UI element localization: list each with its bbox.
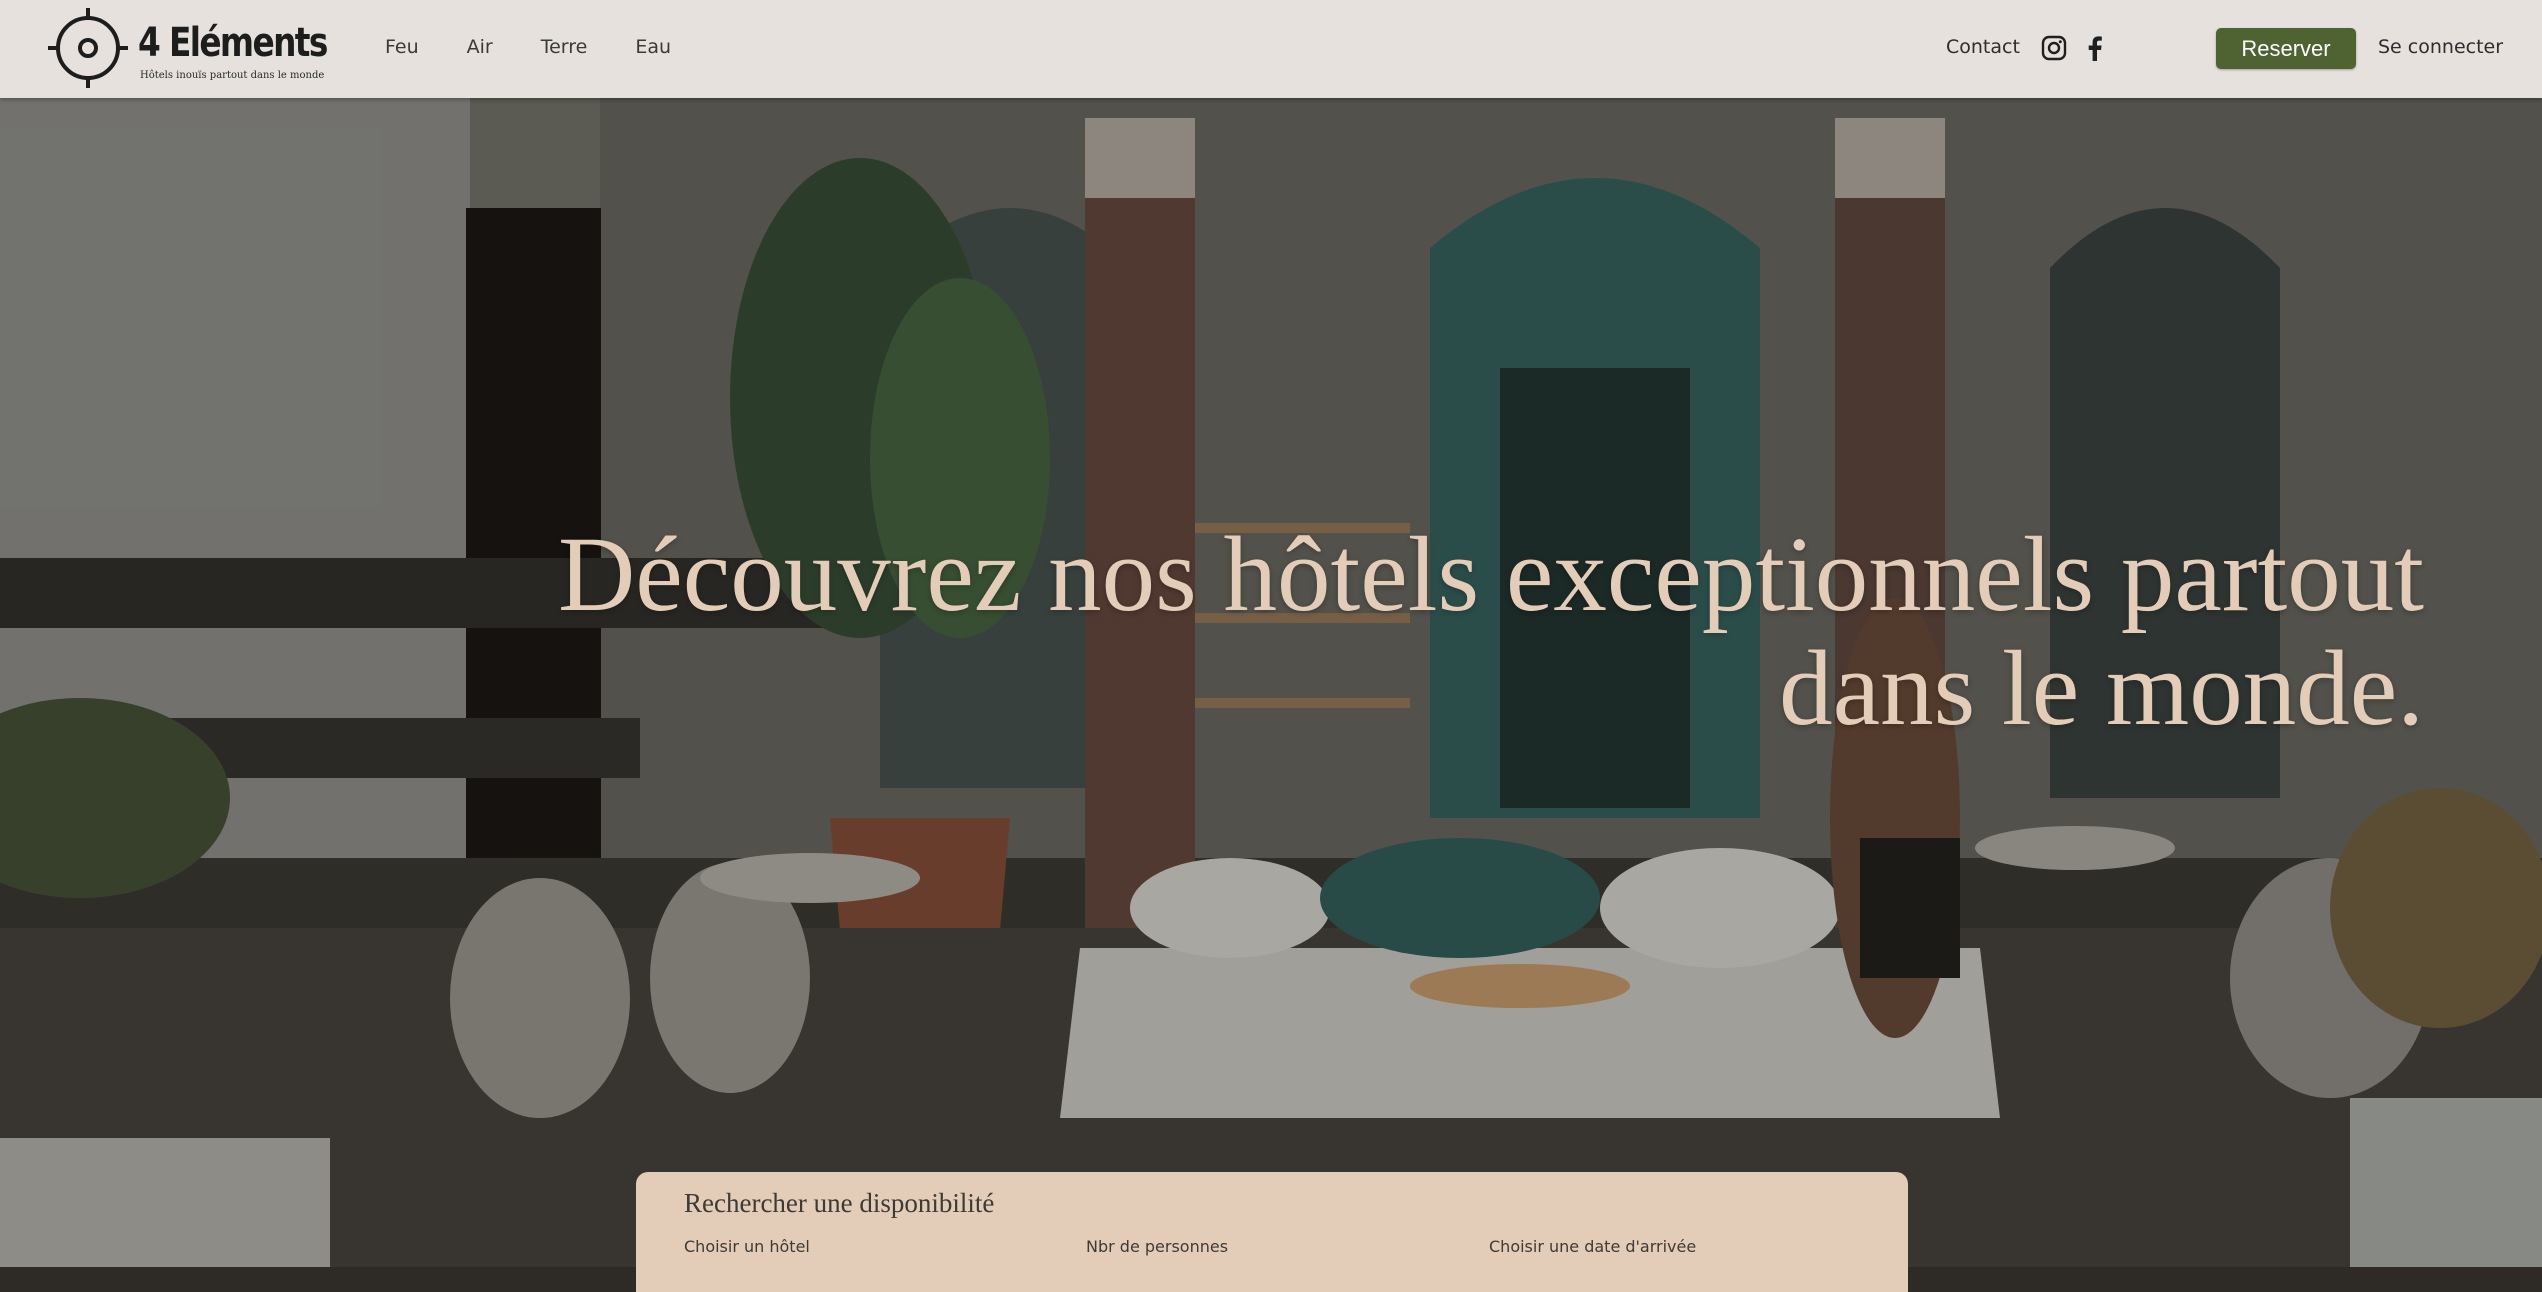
brand-name: 4 Eléments <box>138 20 328 66</box>
hero-title: Découvrez nos hôtels exceptionnels parto… <box>524 518 2424 746</box>
hero-title-line2: dans le monde. <box>1779 630 2424 748</box>
contact-link[interactable]: Contact <box>1946 36 2020 58</box>
nav-item-terre[interactable]: Terre <box>541 36 588 58</box>
hero-title-line1: Découvrez nos hôtels exceptionnels parto… <box>558 516 2424 634</box>
availability-search-panel: Rechercher une disponibilité Choisir un … <box>636 1172 1908 1292</box>
site-header: 4 Eléments Hôtels inouïs partout dans le… <box>0 0 2542 98</box>
main-nav: Feu Air Terre Eau <box>385 36 719 58</box>
nav-item-feu[interactable]: Feu <box>385 36 419 58</box>
login-link[interactable]: Se connecter <box>2378 36 2503 58</box>
reserve-button[interactable]: Reserver <box>2216 28 2356 69</box>
search-title: Rechercher une disponibilité <box>684 1188 995 1218</box>
instagram-icon[interactable] <box>2041 35 2067 61</box>
guests-count-field[interactable]: Nbr de personnes <box>1086 1237 1228 1256</box>
nav-item-eau[interactable]: Eau <box>635 36 671 58</box>
hotel-select-field[interactable]: Choisir un hôtel <box>684 1237 810 1256</box>
brand-tagline: Hôtels inouïs partout dans le monde <box>140 70 325 81</box>
brand-logo[interactable]: 4 Eléments Hôtels inouïs partout dans le… <box>48 6 328 90</box>
hero-section: Découvrez nos hôtels exceptionnels parto… <box>0 98 2542 1267</box>
crosshair-logo-icon <box>48 8 128 88</box>
facebook-icon[interactable] <box>2082 35 2108 61</box>
arrival-date-field[interactable]: Choisir une date d'arrivée <box>1489 1237 1696 1256</box>
nav-item-air[interactable]: Air <box>467 36 493 58</box>
